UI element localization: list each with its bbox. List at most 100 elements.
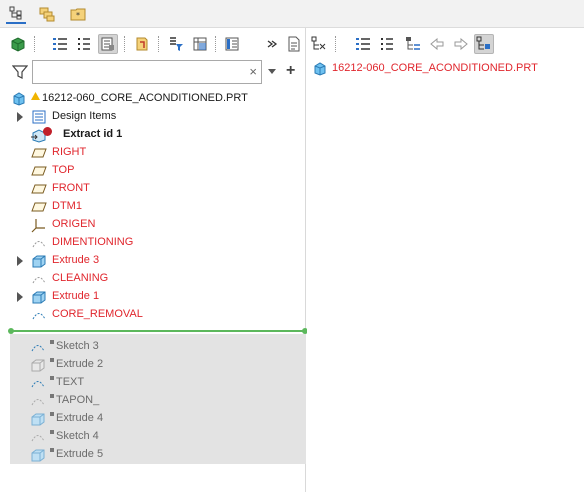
tree-list-icon[interactable] bbox=[353, 34, 373, 54]
tree-row-suppressed[interactable]: Extrude 4 bbox=[10, 410, 306, 428]
tree-row-label: Sketch 4 bbox=[50, 430, 99, 442]
warning-icon bbox=[31, 91, 40, 100]
sketch-icon bbox=[30, 340, 46, 354]
datum-plane-icon bbox=[30, 145, 47, 161]
extrude-icon bbox=[30, 411, 46, 427]
filter-dropdown-icon[interactable] bbox=[268, 69, 276, 74]
show-tree-settings-icon[interactable] bbox=[98, 34, 118, 54]
toolbar-separator bbox=[158, 36, 160, 52]
model-tree-tab[interactable] bbox=[6, 4, 26, 24]
extrude-icon bbox=[30, 289, 47, 305]
tree-row[interactable]: Design Items bbox=[0, 108, 306, 126]
insert-here-line[interactable] bbox=[8, 328, 308, 334]
tree-row-suppressed[interactable]: Sketch 3 bbox=[10, 338, 306, 356]
tree-row-label: RIGHT bbox=[52, 146, 87, 158]
tree-row-suppressed[interactable]: Extrude 2 bbox=[10, 356, 306, 374]
back-arrow-icon[interactable] bbox=[427, 34, 447, 54]
tree-filter-icon[interactable] bbox=[166, 34, 186, 54]
tree-table-icon[interactable] bbox=[190, 34, 210, 54]
part-icon bbox=[12, 92, 26, 106]
tree-row[interactable]: DIMENTIONING bbox=[0, 234, 306, 252]
tree-row-label: Design Items bbox=[52, 110, 117, 122]
tree-hierarchy-icon[interactable] bbox=[403, 34, 423, 54]
datum-plane-icon bbox=[30, 181, 47, 197]
datum-plane-icon bbox=[30, 163, 47, 179]
tree-row-label: Extract id 1 bbox=[63, 128, 123, 140]
expand-arrow-icon[interactable] bbox=[17, 112, 23, 122]
part-icon bbox=[313, 62, 327, 76]
tree-structure-icon[interactable] bbox=[309, 34, 329, 54]
model-tree-icon bbox=[9, 6, 22, 20]
tree-row-suppressed[interactable]: TAPON_ bbox=[10, 392, 306, 410]
tree-row[interactable]: FRONT bbox=[0, 180, 306, 198]
page-settings-icon[interactable] bbox=[284, 34, 304, 54]
expand-arrow-icon[interactable] bbox=[17, 256, 23, 266]
forward-arrow-icon[interactable] bbox=[451, 34, 471, 54]
favorites-tab[interactable]: * bbox=[68, 4, 88, 24]
toolbar-separator bbox=[335, 36, 337, 52]
suppressed-features-area: Sketch 3 Extrude 2 TEXT TAPON_ Extrude 4 bbox=[10, 334, 306, 464]
tree-row-label: ORIGEN bbox=[52, 218, 96, 230]
tree-row[interactable]: Extract id 1 bbox=[0, 126, 306, 144]
tree-columns-panel-icon[interactable] bbox=[222, 34, 242, 54]
navigator-tab-bar: * bbox=[0, 0, 584, 28]
tree-row-suppressed[interactable]: Extrude 5 bbox=[10, 446, 306, 464]
tree-row[interactable]: DTM1 bbox=[0, 198, 306, 216]
tree-row-label: TOP bbox=[52, 164, 75, 176]
tree-row[interactable]: ORIGEN bbox=[0, 216, 306, 234]
sketch-icon bbox=[30, 376, 46, 390]
sketch-icon bbox=[30, 307, 47, 323]
tree-sync-icon[interactable] bbox=[474, 34, 494, 54]
favorites-folder-icon: * bbox=[70, 8, 86, 21]
funnel-filter-icon[interactable] bbox=[11, 64, 29, 80]
error-icon bbox=[43, 127, 52, 136]
design-items-icon bbox=[30, 109, 47, 125]
tree-filter-row: × + bbox=[0, 59, 306, 87]
add-filter-button[interactable]: + bbox=[286, 62, 295, 80]
tree-row[interactable]: Extrude 1 bbox=[0, 288, 306, 306]
tree-row-label: Extrude 4 bbox=[50, 412, 103, 424]
extrude-icon bbox=[30, 357, 46, 373]
tree-row-label: CLEANING bbox=[52, 272, 109, 284]
sketch-icon bbox=[30, 394, 46, 408]
toolbar-separator bbox=[34, 36, 36, 52]
toolbar-separator bbox=[215, 36, 217, 52]
tree-row-label: FRONT bbox=[52, 182, 90, 194]
model-tree-toolbar bbox=[0, 28, 306, 60]
tree-columns-icon[interactable] bbox=[377, 34, 397, 54]
folder-browser-tab[interactable] bbox=[37, 4, 57, 24]
clear-search-icon[interactable]: × bbox=[249, 65, 257, 79]
extrude-icon bbox=[30, 253, 47, 269]
tree-row[interactable]: TOP bbox=[0, 162, 306, 180]
tree-row-label: Sketch 3 bbox=[50, 340, 99, 352]
tree-list-icon[interactable] bbox=[50, 34, 70, 54]
detail-tree-toolbar bbox=[307, 28, 584, 60]
tree-columns-icon[interactable] bbox=[74, 34, 94, 54]
extrude-icon bbox=[30, 447, 46, 463]
tree-row[interactable]: RIGHT bbox=[0, 144, 306, 162]
insert-feature-icon[interactable] bbox=[132, 34, 152, 54]
tree-row[interactable]: Extrude 3 bbox=[0, 252, 306, 270]
part-cube-icon[interactable] bbox=[8, 34, 28, 54]
tree-root-row[interactable]: 16212-060_CORE_ACONDITIONED.PRT bbox=[0, 90, 306, 108]
root-part-label: 16212-060_CORE_ACONDITIONED.PRT bbox=[42, 92, 248, 104]
toolbar-separator bbox=[124, 36, 126, 52]
more-overflow-icon[interactable] bbox=[262, 34, 282, 54]
tree-row-label: DTM1 bbox=[52, 200, 82, 212]
tree-row-suppressed[interactable]: Sketch 4 bbox=[10, 428, 306, 446]
model-tree-panel: × + 16212-060_CORE_ACONDITIONED.PRT Desi… bbox=[0, 28, 308, 492]
sketch-icon bbox=[30, 271, 47, 287]
expand-arrow-icon[interactable] bbox=[17, 292, 23, 302]
svg-text:*: * bbox=[76, 11, 80, 20]
tree-search-input[interactable]: × bbox=[32, 60, 262, 84]
coordinate-system-icon bbox=[30, 217, 47, 233]
tree-row-label: Extrude 5 bbox=[50, 448, 103, 460]
tree-row-label: Extrude 3 bbox=[52, 254, 100, 266]
sketch-icon bbox=[30, 430, 46, 444]
tree-row-label: TAPON_ bbox=[50, 394, 99, 406]
tree-row[interactable]: CORE_REMOVAL bbox=[0, 306, 306, 324]
detail-tree-item[interactable]: 16212-060_CORE_ACONDITIONED.PRT bbox=[307, 60, 584, 78]
tree-row-suppressed[interactable]: TEXT bbox=[10, 374, 306, 392]
tree-row[interactable]: CLEANING bbox=[0, 270, 306, 288]
datum-plane-icon bbox=[30, 199, 47, 215]
